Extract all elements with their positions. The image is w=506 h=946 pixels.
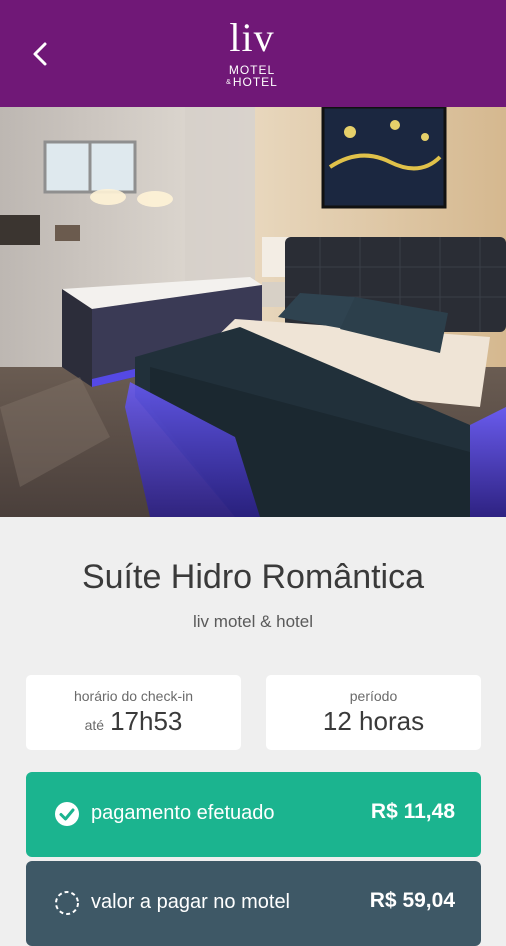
room-photo xyxy=(0,107,506,517)
payment-due-bar[interactable]: valor a pagar no motel R$ 59,04 xyxy=(26,861,481,946)
chevron-left-icon xyxy=(33,42,47,66)
checkin-prefix: até xyxy=(84,717,105,733)
checkin-value-line: até 17h53 xyxy=(26,706,241,737)
logo-liv: liv xyxy=(229,15,275,60)
logo-amp: & xyxy=(226,79,232,86)
check-circle-icon xyxy=(55,802,79,826)
venue-name: liv motel & hotel xyxy=(193,612,313,631)
period-label: período xyxy=(349,688,398,704)
payment-paid-label: pagamento efetuado xyxy=(91,802,275,824)
app-header: liv MOTEL &HOTEL xyxy=(0,0,506,107)
checkin-card: horário do check-in até 17h53 xyxy=(26,675,241,750)
payment-due-label: valor a pagar no motel xyxy=(91,891,291,913)
period-value: 12 horas xyxy=(322,706,425,736)
logo-hotel-line: &HOTEL xyxy=(216,76,288,89)
checkin-label: horário do check-in xyxy=(73,688,194,704)
payment-paid-amount: R$ 11,48 xyxy=(370,800,455,823)
brand-logo: liv MOTEL &HOTEL xyxy=(216,18,288,98)
back-button[interactable] xyxy=(28,38,52,70)
payment-paid-bar[interactable]: pagamento efetuado R$ 11,48 xyxy=(26,772,481,857)
payment-due-amount: R$ 59,04 xyxy=(369,889,455,912)
checkin-time: 17h53 xyxy=(110,706,183,736)
room-title: Suíte Hidro Romântica xyxy=(81,558,425,596)
dashed-circle-icon xyxy=(55,891,79,915)
period-card: período 12 horas xyxy=(266,675,481,750)
logo-hotel: HOTEL xyxy=(232,75,278,89)
